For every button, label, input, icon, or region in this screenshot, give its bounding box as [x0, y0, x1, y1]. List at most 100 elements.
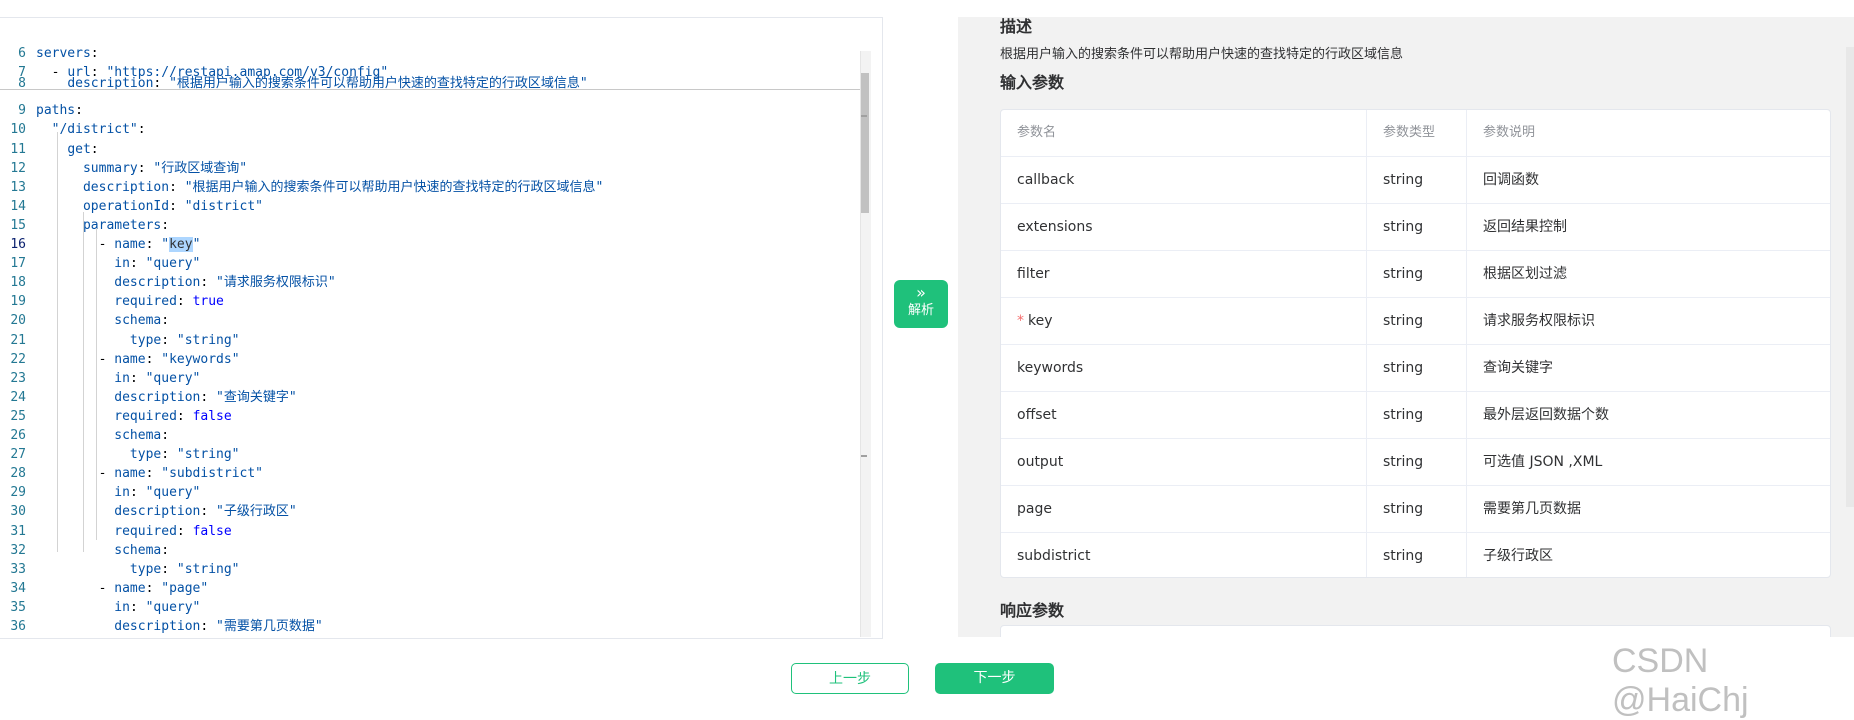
param-name: offset — [1017, 407, 1057, 423]
next-step-button[interactable]: 下一步 — [935, 663, 1054, 694]
code-line[interactable]: 21 type: "string" — [0, 331, 240, 350]
code-line[interactable]: 36 description: "需要第几页数据" — [0, 617, 322, 636]
line-number: 32 — [10, 542, 26, 558]
code-token: : — [145, 237, 162, 252]
code-token: schema — [114, 313, 162, 329]
param-type-cell: string — [1367, 204, 1467, 250]
code-token: get — [67, 141, 91, 157]
param-name: filter — [1017, 266, 1050, 282]
parse-button-label: 解析 — [907, 303, 934, 318]
line-text: in: "query" — [26, 483, 200, 502]
table-row: offset string 最外层返回数据个数 — [1001, 392, 1830, 439]
code-line[interactable]: 13 description: "根据用户输入的搜索条件可以帮助用户快速的查找特… — [0, 178, 603, 197]
code-line[interactable]: 30 description: "子级行政区" — [0, 502, 296, 521]
code-token: : — [137, 160, 154, 176]
param-desc-cell: 可选值 JSON ,XML — [1483, 454, 1603, 470]
line-number: 16 — [10, 237, 26, 252]
code-token: : — [129, 599, 146, 615]
code-line[interactable]: 28 - name: "subdistrict" — [0, 464, 263, 483]
code-token: required — [114, 523, 177, 539]
code-line[interactable]: 15 parameters: — [0, 216, 169, 235]
line-text: in: "query" — [26, 369, 200, 388]
code-line[interactable]: 29 in: "query" — [0, 483, 200, 502]
code-line[interactable]: 9 paths: — [0, 101, 83, 120]
code-line[interactable]: 19 required: true — [0, 292, 224, 311]
code-line[interactable]: 14 operationId: "district" — [0, 197, 263, 216]
line-text: "/district": — [26, 120, 146, 139]
code-line[interactable]: 22 - name: "keywords" — [0, 350, 240, 369]
line-text: - name: "keywords" — [26, 350, 240, 369]
line-number: 13 — [10, 179, 26, 195]
parse-button[interactable]: » 解析 — [894, 280, 948, 328]
param-type-cell: string — [1367, 345, 1467, 391]
code-line[interactable]: 16 - name: "key" — [0, 235, 200, 254]
code-line[interactable]: 25 required: false — [0, 407, 231, 426]
code-line[interactable]: 24 description: "查询关键字" — [0, 388, 296, 407]
code-token: : — [129, 485, 146, 501]
param-desc-cell: 最外层返回数据个数 — [1483, 407, 1609, 423]
code-line[interactable]: 17 in: "query" — [0, 254, 200, 273]
code-token: operationId — [82, 198, 170, 214]
code-line[interactable]: 35 in: "query" — [0, 598, 200, 617]
code-line[interactable]: 8 description: "根据用户输入的搜索条件可以帮助用户快速的查找特定… — [0, 74, 588, 93]
selected-text: key — [169, 237, 193, 252]
editor-scrollbar-thumb[interactable] — [861, 73, 869, 213]
code-line[interactable]: 6 servers: — [0, 44, 99, 63]
code-line[interactable]: 33 type: "string" — [0, 560, 239, 579]
code-token: : — [200, 389, 217, 405]
yaml-editor[interactable]: 6 servers: 7 - url: "https://restapi.amap.… — [0, 17, 883, 639]
code-line[interactable]: 26 schema: — [0, 426, 169, 445]
line-number: 23 — [10, 370, 26, 386]
previous-step-button[interactable]: 上一步 — [791, 663, 909, 694]
code-line[interactable]: 23 in: "query" — [0, 369, 200, 388]
param-desc-cell: 返回结果控制 — [1483, 219, 1567, 235]
code-token: true — [192, 294, 224, 310]
code-line[interactable]: 18 description: "请求服务权限标识" — [0, 273, 336, 292]
code-token: : — [200, 619, 217, 634]
code-line[interactable]: 31 required: false — [0, 522, 231, 541]
table-row: callback string 回调函数 — [1001, 157, 1830, 204]
code-token: in — [114, 370, 130, 386]
param-name: callback — [1017, 172, 1075, 188]
code-token: : — [161, 447, 177, 463]
code-token: "keywords" — [161, 351, 240, 367]
line-text: schema: — [26, 426, 169, 445]
code-token: : — [200, 275, 217, 291]
param-type-cell: string — [1367, 439, 1467, 485]
code-token: servers — [36, 46, 91, 61]
code-line[interactable]: 32 schema: — [0, 541, 169, 560]
panel-scrollbar[interactable] — [1846, 47, 1854, 507]
code-token: " — [161, 237, 170, 252]
code-line[interactable]: 10 "/district": — [0, 120, 146, 139]
line-text: type: "string" — [26, 331, 240, 350]
code-line[interactable]: 34 - name: "page" — [0, 579, 208, 598]
code-line[interactable]: 12 summary: "行政区域查询" — [0, 159, 247, 178]
line-text: description: "需要第几页数据" — [26, 617, 322, 636]
param-name-cell: filter — [1001, 251, 1367, 297]
code-token: "请求服务权限标识" — [216, 275, 336, 291]
code-token: : — [90, 46, 99, 61]
code-line[interactable]: 27 type: "string" — [0, 445, 239, 464]
code-token: type — [129, 332, 162, 348]
code-area[interactable]: 6 servers: 7 - url: "https://restapi.amap.… — [0, 34, 862, 637]
line-number: 10 — [10, 122, 26, 138]
line-number: 8 — [18, 76, 26, 92]
line-number: 26 — [10, 428, 26, 443]
header-param-name: 参数名 — [1001, 110, 1367, 156]
param-name: page — [1017, 501, 1052, 517]
code-line[interactable]: 20 schema: — [0, 311, 169, 330]
input-params-title: 输入参数 — [1000, 73, 1065, 92]
code-token: schema — [114, 542, 162, 558]
watermark: CSDN @HaiChj — [1612, 642, 1749, 719]
input-params-table: 参数名 参数类型 参数说明 callback string 回调函数 extensio… — [1000, 109, 1831, 578]
line-number: 31 — [10, 523, 26, 539]
line-number: 34 — [10, 580, 26, 596]
param-type-cell: string — [1367, 533, 1467, 577]
double-chevron-right-icon: » — [916, 283, 926, 302]
code-line[interactable]: 11 get: — [0, 140, 98, 159]
line-number: 19 — [10, 294, 26, 310]
